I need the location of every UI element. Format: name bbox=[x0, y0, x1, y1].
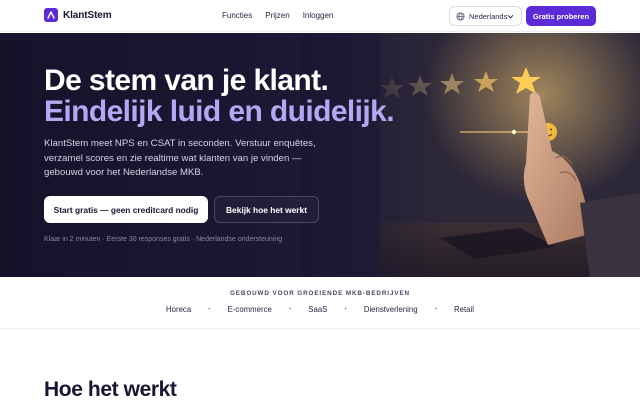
top-navigation-bar: KlantStem Functies Prijzen Inloggen Nede… bbox=[0, 0, 640, 32]
hero-description: KlantStem meet NPS en CSAT in seconden. … bbox=[44, 138, 316, 178]
separator-dot: • bbox=[344, 306, 347, 313]
separator-dot: • bbox=[208, 306, 211, 313]
start-free-button[interactable]: Start gratis — geen creditcard nodig bbox=[44, 196, 208, 223]
sector-item-saas: SaaS bbox=[308, 305, 328, 314]
sector-item-dienstverlening: Dienstverlening bbox=[363, 305, 418, 314]
how-it-works-heading: Hoe het werkt bbox=[44, 378, 177, 400]
separator-dot: • bbox=[288, 306, 292, 313]
sound-wave-icon bbox=[44, 8, 58, 22]
nav-link-functies[interactable]: Functies bbox=[222, 11, 252, 20]
brand-name: KlantStem bbox=[63, 9, 112, 21]
chevron-down-icon bbox=[507, 15, 514, 19]
hero-section: De stem van je klant. Eindelijk luid en … bbox=[0, 33, 640, 277]
sector-item-ecommerce: E-commerce bbox=[227, 305, 272, 314]
sector-list: Horeca • E-commerce • SaaS • Dienstverle… bbox=[0, 305, 640, 314]
nav-link-inloggen[interactable]: Inloggen bbox=[303, 11, 334, 20]
sector-item-retail: Retail bbox=[454, 305, 474, 314]
sector-item-horeca: Horeca bbox=[166, 305, 192, 314]
language-label: Nederlands bbox=[469, 11, 508, 21]
trust-heading: GEBOUWD VOOR GROEIENDE MKB-BEDRIJVEN bbox=[229, 290, 411, 297]
hero-note: Klaar in 2 minuten · Eerste 30 responses… bbox=[44, 236, 283, 243]
hero-title-line-1: De stem van je klant. bbox=[44, 64, 329, 97]
brand-logo[interactable]: KlantStem bbox=[44, 8, 112, 22]
globe-icon bbox=[456, 11, 465, 21]
how-it-works-button[interactable]: Bekijk hoe het werkt bbox=[214, 196, 319, 223]
try-free-button[interactable]: Gratis proberen bbox=[526, 6, 596, 26]
nav-link-prijzen[interactable]: Prijzen bbox=[265, 11, 289, 20]
language-selector[interactable]: Nederlands bbox=[449, 6, 522, 26]
section-divider bbox=[0, 328, 640, 329]
hero-title-line-2: Eindelijk luid en duidelijk. bbox=[44, 95, 395, 128]
main-nav: Functies Prijzen Inloggen bbox=[222, 11, 333, 20]
separator-dot: • bbox=[434, 306, 438, 313]
